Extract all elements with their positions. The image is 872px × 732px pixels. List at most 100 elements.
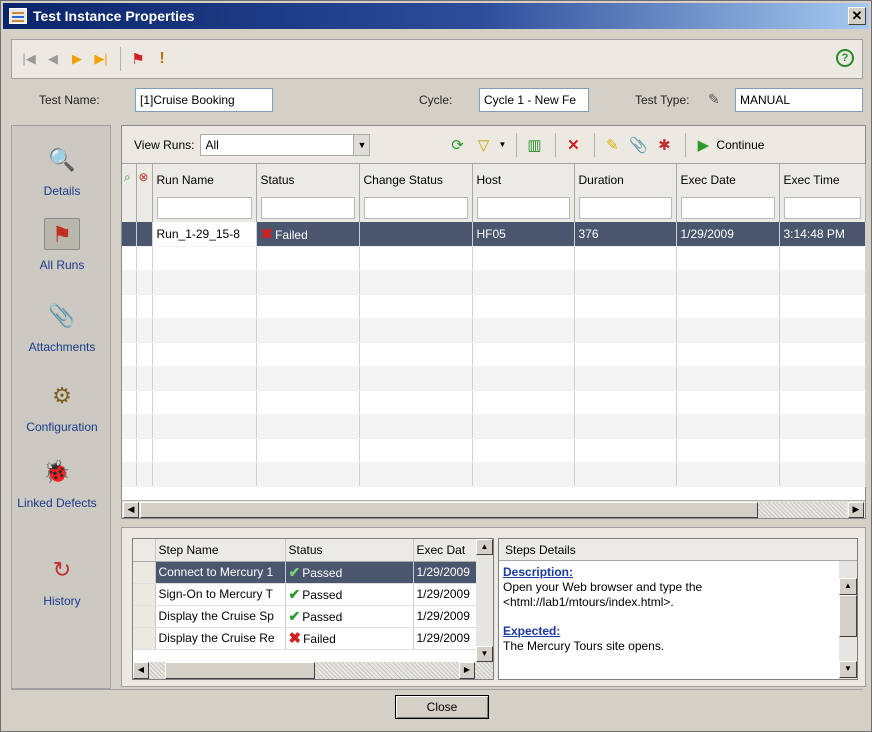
empty-row [122,414,866,439]
column-header-exec-time[interactable]: Exec Time [779,164,866,194]
table-row[interactable]: Run_1-29_15-8 ✖ Failed HF05 376 1/29/2009… [122,222,866,247]
defects-icon[interactable]: ✱ [653,134,675,156]
step-status-cell[interactable]: ✔ Passed [285,583,414,606]
empty-row [122,390,866,415]
step-status-cell[interactable]: ✖ Failed [285,627,414,650]
table-row[interactable]: Sign-On to Mercury T ✔ Passed 1/29/2009 [133,583,478,606]
test-name-field[interactable]: [1]Cruise Booking [135,88,273,112]
empty-row [122,294,866,319]
step-date-cell[interactable]: 1/29/2009 [413,605,478,628]
step-name-cell[interactable]: Display the Cruise Sp [155,605,286,628]
view-runs-label: View Runs: [134,137,195,152]
run-name-cell[interactable]: Run_1-29_15-8 [152,222,257,247]
step-date-cell[interactable]: 1/29/2009 [413,627,478,650]
attachment-icon[interactable]: 📎 [627,134,649,156]
table-row[interactable]: Display the Cruise Re ✖ Failed 1/29/2009 [133,627,478,650]
scroll-up-icon[interactable]: ▲ [839,578,857,595]
step-name-cell[interactable]: Sign-On to Mercury T [155,583,286,606]
step-date-cell[interactable]: 1/29/2009 [413,583,478,606]
filter-cell[interactable] [676,194,780,222]
flag-icon[interactable]: ⚑ [127,48,149,70]
column-header-step-exec-date[interactable]: Exec Dat [413,539,478,562]
status-cell[interactable]: ✖ Failed [256,222,360,247]
exec-date-cell[interactable]: 1/29/2009 [676,222,780,247]
test-type-field[interactable]: MANUAL [735,88,863,112]
view-runs-select[interactable]: All ▼ [200,133,371,156]
sidebar-item-details[interactable]: 🔍 Details [12,144,112,198]
table-row[interactable]: Connect to Mercury 1 ✔ Passed 1/29/2009 [133,561,478,584]
chevron-down-icon[interactable]: ▼ [353,134,370,155]
steps-horizontal-scrollbar[interactable]: ◀ ▶ [133,662,493,679]
scroll-down-icon[interactable]: ▼ [476,646,493,662]
step-status-cell[interactable]: ✔ Passed [285,561,414,584]
continue-run-icon[interactable]: ▶ [692,134,714,156]
scroll-thumb[interactable] [839,595,857,637]
step-date-cell[interactable]: 1/29/2009 [413,561,478,584]
select-columns-icon[interactable]: ▥ [523,134,545,156]
runs-grid: ⌕ ⊗ Run Name Status Change Status Host D… [122,164,866,487]
sidebar-item-linked-defects[interactable]: 🐞 Linked Defects [2,456,112,510]
duration-cell[interactable]: 376 [574,222,677,247]
step-status-cell[interactable]: ✔ Passed [285,605,414,628]
continue-button[interactable]: Continue [716,138,764,152]
previous-record-icon[interactable]: ◀ [42,48,64,70]
column-header-duration[interactable]: Duration [574,164,677,194]
empty-row [122,246,866,271]
filter-cell[interactable] [472,194,575,222]
change-status-cell[interactable] [359,222,473,247]
sidebar-item-label: Linked Defects [17,496,97,510]
scroll-right-icon[interactable]: ▶ [459,662,475,679]
scroll-left-icon[interactable]: ◀ [123,502,139,518]
scroll-thumb[interactable] [140,502,758,518]
column-header-step-status[interactable]: Status [285,539,414,562]
cycle-field[interactable]: Cycle 1 - New Fe [479,88,589,112]
step-name-cell[interactable]: Connect to Mercury 1 [155,561,286,584]
steps-grid-header: Step Name Status Exec Dat [133,539,478,562]
column-header-run-name[interactable]: Run Name [152,164,257,194]
passed-icon: ✔ [288,585,301,602]
column-header-status[interactable]: Status [256,164,360,194]
scroll-up-icon[interactable]: ▲ [476,539,493,555]
linked-defects-icon: 🐞 [43,459,71,484]
empty-row [122,462,866,487]
host-cell[interactable]: HF05 [472,222,575,247]
sidebar-item-all-runs[interactable]: ⚑ All Runs [12,218,112,272]
highlight-icon[interactable]: ✎ [601,134,623,156]
delete-icon[interactable]: ✕ [562,134,584,156]
runs-horizontal-scrollbar[interactable]: ◀ ▶ [122,500,865,518]
details-vertical-scrollbar[interactable]: ▲ ▼ [839,561,857,679]
close-button[interactable]: Close [395,695,489,719]
filter-cell[interactable] [779,194,866,222]
first-record-icon[interactable]: |◀ [18,48,40,70]
step-name-cell[interactable]: Display the Cruise Re [155,627,286,650]
help-icon[interactable]: ? [836,49,854,67]
table-row[interactable]: Display the Cruise Sp ✔ Passed 1/29/2009 [133,605,478,628]
sidebar-item-attachments[interactable]: 📎 Attachments [12,300,112,354]
column-header-step-name[interactable]: Step Name [155,539,286,562]
column-header-host[interactable]: Host [472,164,575,194]
steps-grid: Step Name Status Exec Dat Connect to Mer… [132,538,494,680]
refresh-icon[interactable]: ⟳ [446,134,468,156]
exec-time-cell[interactable]: 3:14:48 PM [779,222,866,247]
column-header-change-status[interactable]: Change Status [359,164,473,194]
scroll-left-icon[interactable]: ◀ [133,662,149,679]
sidebar-item-history[interactable]: ↻ History [12,554,112,608]
scroll-down-icon[interactable]: ▼ [839,661,857,678]
column-header-exec-date[interactable]: Exec Date [676,164,780,194]
scroll-right-icon[interactable]: ▶ [848,502,864,518]
filter-cell[interactable] [152,194,257,222]
title-bar: Test Instance Properties ✕ [3,3,869,29]
sidebar-item-configuration[interactable]: ⚙ Configuration [12,380,112,434]
scroll-track[interactable] [758,502,846,518]
filter-cell[interactable] [574,194,677,222]
steps-vertical-scrollbar[interactable]: ▲ ▼ [476,539,493,663]
filter-cell[interactable] [256,194,360,222]
next-record-icon[interactable]: ▶ [66,48,88,70]
scroll-thumb[interactable] [165,662,315,679]
exclamation-icon[interactable]: ! [151,48,173,70]
close-window-button[interactable]: ✕ [848,7,866,25]
filter-icon[interactable]: ▽ [472,134,494,156]
filter-cell[interactable] [359,194,473,222]
last-record-icon[interactable]: ▶| [90,48,112,70]
filter-dropdown-icon[interactable]: ▼ [498,140,506,149]
